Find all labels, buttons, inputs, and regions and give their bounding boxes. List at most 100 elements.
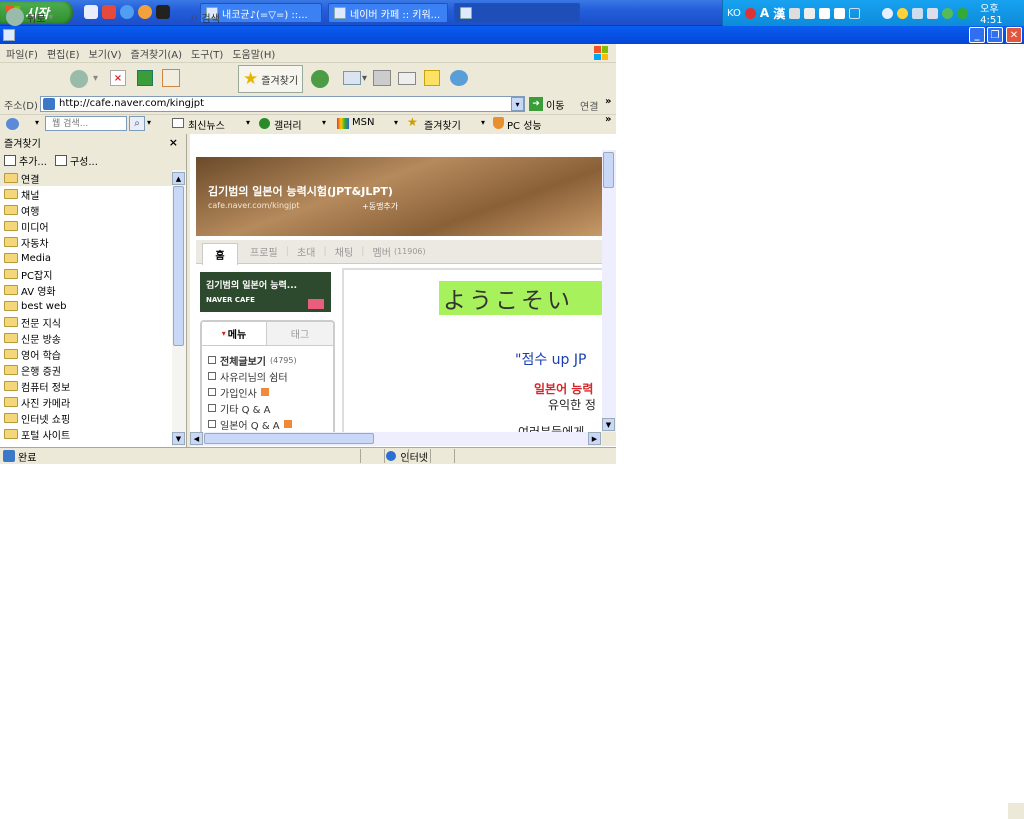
list-item[interactable]: 신문 방송 — [0, 330, 172, 346]
menu-item-board[interactable]: 기타 Q & A — [202, 400, 333, 416]
list-item[interactable]: 미디어 — [0, 218, 172, 234]
scroll-down-icon[interactable]: ▼ — [172, 432, 185, 445]
messenger-quicklaunch-icon[interactable] — [138, 5, 152, 19]
address-dropdown-icon[interactable]: ▾ — [511, 97, 524, 111]
favorites-scrollbar[interactable]: ▲ ▼ — [172, 170, 186, 446]
network-tray-icon[interactable] — [912, 7, 924, 19]
msn-dropdown-icon[interactable]: ▾ — [35, 118, 39, 127]
scroll-thumb[interactable] — [173, 186, 184, 346]
favorites-add-button[interactable]: 추가... — [4, 153, 47, 168]
refresh-icon[interactable] — [137, 70, 153, 86]
list-item[interactable]: 포털 사이트 — [0, 426, 172, 442]
scroll-thumb[interactable] — [204, 433, 374, 444]
ime-mode[interactable]: A — [760, 6, 769, 20]
ie-window-icon[interactable] — [3, 29, 15, 41]
scroll-thumb[interactable] — [603, 152, 614, 188]
home-icon[interactable] — [162, 69, 180, 87]
tab-tag[interactable]: 태그 — [267, 322, 333, 345]
menu-file[interactable]: 파일(F) — [6, 46, 38, 61]
page-horizontal-scrollbar[interactable]: ◀ ▶ — [190, 432, 602, 446]
resize-grip[interactable] — [1008, 803, 1024, 819]
menu-help[interactable]: 도움말(H) — [232, 46, 275, 61]
tab-chat[interactable]: 채팅 — [335, 244, 353, 259]
menu-favorites[interactable]: 즐겨찾기(A) — [131, 46, 182, 61]
links-label[interactable]: 연결 — [580, 98, 598, 113]
help-icon[interactable] — [834, 7, 846, 19]
menu-item-all-posts[interactable]: 전체글보기 (4795) — [202, 352, 333, 368]
linksbar-chevron-icon[interactable]: » — [605, 114, 611, 125]
gallery-link[interactable]: 갤러리 — [274, 117, 302, 132]
list-item[interactable]: 자동차 — [0, 234, 172, 250]
go-button[interactable]: ➜ 이동 — [529, 96, 564, 112]
ime-language[interactable]: KO — [727, 8, 741, 19]
forward-dropdown-icon[interactable]: ▾ — [93, 73, 98, 84]
stop-icon[interactable]: × — [110, 70, 126, 86]
msn-butterfly-icon[interactable] — [6, 118, 19, 130]
task-button-2[interactable]: 네이버 카페 :: 키워... — [328, 3, 448, 23]
list-item[interactable]: 영어 학습 — [0, 346, 172, 362]
ie-quicklaunch-icon[interactable] — [120, 5, 134, 19]
buddy-tray-icon[interactable] — [942, 7, 954, 19]
window-titlebar[interactable] — [0, 26, 1024, 44]
edit-icon[interactable] — [398, 72, 416, 85]
list-item[interactable]: 컴퓨터 정보 — [0, 378, 172, 394]
msn-link[interactable]: MSN — [352, 117, 374, 128]
tab-invite[interactable]: 초대 — [297, 244, 315, 259]
mail-icon[interactable] — [343, 71, 361, 85]
gallery-dropdown-icon[interactable]: ▾ — [322, 118, 326, 127]
tab-member[interactable]: 멤버 — [373, 244, 391, 259]
security-tray-icon[interactable] — [957, 7, 969, 19]
menu-item-board[interactable]: 일본어 Q & A — [202, 416, 333, 432]
list-item[interactable]: best web — [0, 298, 172, 314]
scroll-up-icon[interactable]: ▲ — [172, 172, 185, 185]
address-input[interactable]: http://cafe.naver.com/kingjpt — [40, 96, 525, 112]
search-button[interactable]: ⌕ 검색 — [190, 6, 220, 28]
menu-tools[interactable]: 도구(T) — [191, 46, 223, 61]
tray-collapse-icon[interactable] — [882, 7, 894, 19]
ime-keyboard-icon[interactable] — [819, 7, 831, 19]
notes-icon[interactable] — [424, 70, 440, 86]
task-button-3[interactable] — [454, 3, 580, 23]
menu-item-board[interactable]: 사유리님의 쉼터 — [202, 368, 333, 384]
history-icon[interactable] — [311, 70, 329, 88]
show-desktop-icon[interactable] — [84, 5, 98, 19]
ime-options-icon[interactable] — [849, 7, 861, 19]
scroll-right-icon[interactable]: ▶ — [588, 432, 601, 445]
restore-button[interactable]: ❐ — [987, 27, 1003, 43]
menu-view[interactable]: 보기(V) — [89, 46, 122, 61]
msn-link-dropdown-icon[interactable]: ▾ — [394, 118, 398, 127]
pc-performance-link[interactable]: PC 성능 — [507, 117, 542, 132]
menu-item-board[interactable]: 가입인사 — [202, 384, 333, 400]
web-search-input[interactable] — [45, 116, 127, 131]
tab-menu[interactable]: ▾ 메뉴 — [202, 322, 267, 345]
news-dropdown-icon[interactable]: ▾ — [246, 118, 250, 127]
news-link[interactable]: 최신뉴스 — [188, 117, 225, 132]
ime-pad-icon[interactable] — [804, 7, 816, 19]
favorites-link-dropdown-icon[interactable]: ▾ — [481, 118, 485, 127]
list-item[interactable]: 연결 — [0, 170, 172, 186]
close-button[interactable]: ✕ — [1006, 27, 1022, 43]
quicklaunch-app-icon[interactable] — [102, 5, 116, 19]
mail-dropdown-icon[interactable]: ▾ — [362, 73, 367, 84]
messenger-tray-icon[interactable] — [897, 7, 909, 19]
cafe-info-box[interactable]: 김기범의 일본어 능력... NAVER CAFE — [200, 272, 331, 312]
forward-arrow-icon[interactable] — [70, 70, 88, 88]
list-item[interactable]: 전문 지식 — [0, 314, 172, 330]
list-item[interactable]: 인터넷 쇼핑 — [0, 410, 172, 426]
search-dropdown-icon[interactable]: ▾ — [147, 118, 151, 127]
favorites-close-icon[interactable]: × — [169, 136, 178, 149]
messenger-icon[interactable] — [450, 70, 468, 86]
list-item[interactable]: 채널 — [0, 186, 172, 202]
media-player-quicklaunch-icon[interactable] — [156, 5, 170, 19]
page-vertical-scrollbar[interactable]: ▼ — [602, 150, 616, 432]
cafe-url[interactable]: cafe.naver.com/kingjpt — [208, 201, 300, 210]
menu-edit[interactable]: 편집(E) — [47, 46, 80, 61]
ime-korea-icon[interactable] — [744, 7, 756, 19]
list-item[interactable]: 사진 카메라 — [0, 394, 172, 410]
list-item[interactable]: AV 영화 — [0, 282, 172, 298]
list-item[interactable]: PC잡지 — [0, 266, 172, 282]
list-item[interactable]: Media — [0, 250, 172, 266]
back-button[interactable]: 뒤로 ▾ — [6, 6, 53, 28]
favorites-button[interactable]: ★ 즐겨찾기 — [238, 65, 304, 93]
scroll-down-icon[interactable]: ▼ — [602, 418, 615, 431]
